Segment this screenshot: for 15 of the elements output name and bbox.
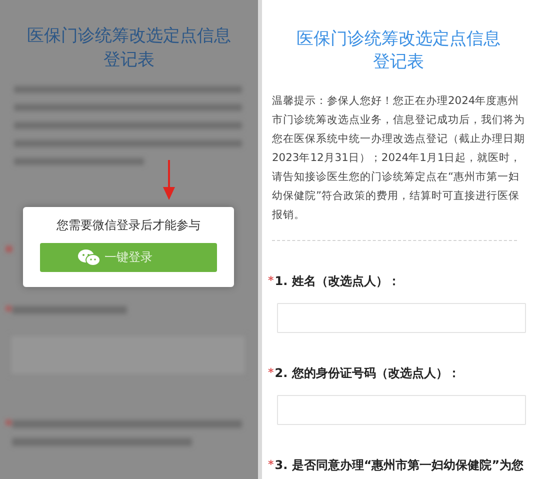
question-label: 3. 是否同意办理“惠州市第一妇幼保健院”为您 [274,457,524,474]
login-message: 您需要微信登录后才能参与 [56,217,200,233]
form-title: 医保门诊统筹改选定点信息登记表 [296,28,502,74]
input-field[interactable] [277,395,526,425]
required-mark: * [268,365,274,381]
required-mark: * [268,457,274,473]
question-label: 1. 姓名（改选点人）： [274,273,400,290]
question-label: 2. 您的身份证号码（改选点人）： [274,365,460,382]
chat-bubbles-icon [78,249,100,266]
form-title: 医保门诊统筹改选定点信息登记表 [26,25,232,72]
login-button[interactable]: 一键登录 [40,243,217,272]
required-mark: * [268,273,274,289]
arrow-icon [163,160,175,200]
input-field[interactable] [277,303,526,333]
notice-paragraph: 温馨提示：参保人您好！您正在办理2024年度惠州市门诊统筹改选点业务，信息登记成功后，我们将为您在医保系统中统一办理改选点登记（截止办理日期2023年12月31日）；2024年1月1日起，就医时，请告知接诊医生您的门诊统筹定点在“惠州市第一妇幼保健院”符合政策的费用，结算时可直接进行医保报销。 [272,93,525,223]
